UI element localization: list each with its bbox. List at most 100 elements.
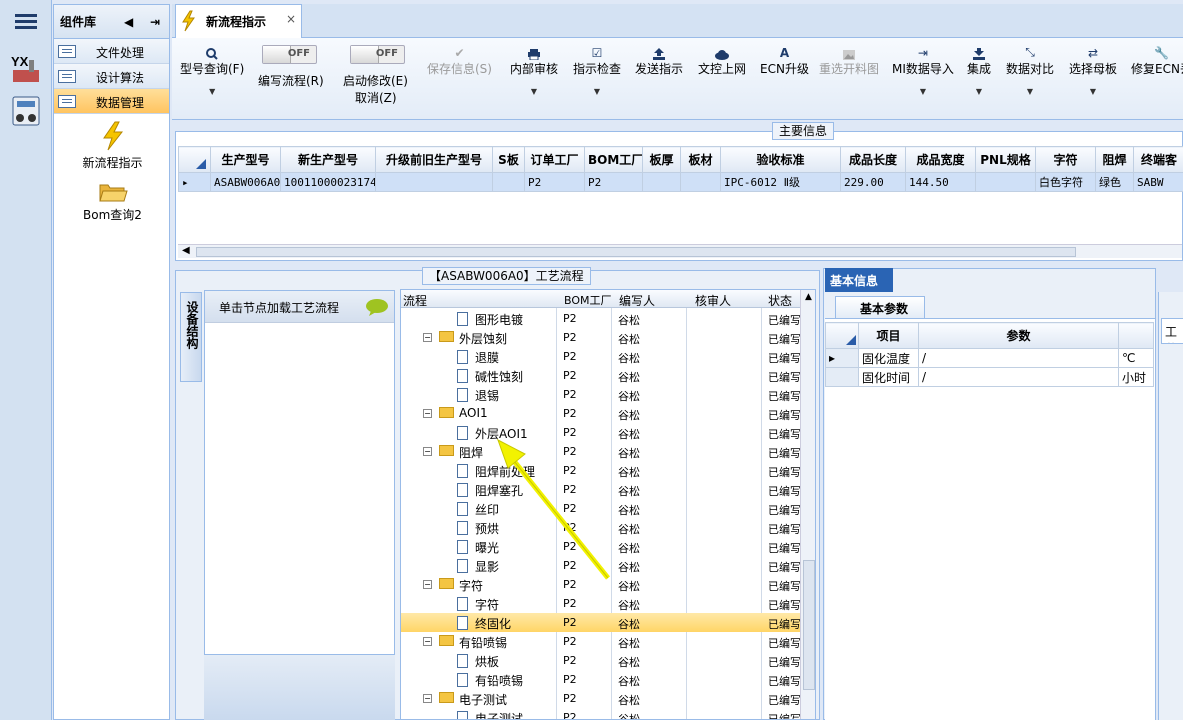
table-cell[interactable]: 229.00: [840, 172, 906, 192]
column-header[interactable]: 验收标准: [720, 146, 841, 173]
collapse-icon[interactable]: −: [423, 333, 432, 342]
column-header[interactable]: 成品宽度: [905, 146, 976, 173]
tree-row[interactable]: − 电子测试 P2 谷松 已编写: [401, 689, 811, 708]
model-query-button[interactable]: 型号查询(F) ▼: [180, 42, 244, 96]
column-header[interactable]: 阻焊: [1095, 146, 1134, 173]
right-edge-label[interactable]: 工艺: [1161, 318, 1183, 344]
tree-row[interactable]: 碱性蚀刻 P2 谷松 已编写: [401, 366, 811, 385]
column-header[interactable]: 升级前旧生产型号: [375, 146, 493, 173]
vertical-scrollbar[interactable]: ▲: [800, 290, 815, 719]
column-header[interactable]: 新生产型号: [280, 146, 376, 173]
collapse-left-icon[interactable]: ◀: [124, 15, 133, 29]
tab-new-process[interactable]: 新流程指示 ×: [175, 4, 302, 38]
column-header[interactable]: 流程: [403, 292, 427, 309]
tab-basic-params[interactable]: 基本参数: [835, 296, 925, 318]
collapse-icon[interactable]: −: [423, 637, 432, 646]
table-cell[interactable]: IPC-6012 Ⅱ级: [720, 172, 841, 192]
table-cell[interactable]: SABW: [1133, 172, 1183, 192]
table-cell[interactable]: 固化温度: [858, 348, 919, 368]
table-cell[interactable]: 绿色: [1095, 172, 1134, 192]
table-cell[interactable]: /: [918, 348, 1119, 368]
dropdown-arrow-icon[interactable]: ▼: [1006, 87, 1054, 96]
scroll-up-icon[interactable]: ▲: [805, 292, 812, 302]
scrollbar-thumb[interactable]: [196, 247, 1076, 257]
column-header[interactable]: [1118, 322, 1154, 349]
horizontal-scrollbar[interactable]: ◀: [178, 244, 1182, 258]
pin-icon[interactable]: ⇥: [150, 15, 160, 29]
library-item-algorithm[interactable]: 设计算法: [54, 64, 169, 89]
library-item-data[interactable]: 数据管理: [54, 89, 169, 114]
tree-row[interactable]: 有铅喷锡 P2 谷松 已编写: [401, 670, 811, 689]
doc-control-button[interactable]: 文控上网: [698, 42, 746, 77]
collapse-icon[interactable]: −: [423, 694, 432, 703]
internal-review-button[interactable]: 内部审核 ▼: [510, 42, 558, 96]
column-header[interactable]: BOM工厂: [564, 292, 612, 308]
tree-row[interactable]: 图形电镀 P2 谷松 已编写: [401, 309, 811, 328]
fix-ecn-button[interactable]: 🔧 修复ECN丢: [1131, 42, 1183, 77]
column-header[interactable]: S板: [492, 146, 525, 173]
column-header[interactable]: PNL规格: [975, 146, 1036, 173]
collapse-icon[interactable]: −: [423, 447, 432, 456]
tree-row[interactable]: 字符 P2 谷松 已编写: [401, 594, 811, 613]
table-cell[interactable]: 小时: [1118, 367, 1154, 387]
scroll-left-icon[interactable]: ◀: [182, 245, 190, 256]
dropdown-arrow-icon[interactable]: ▼: [573, 87, 621, 96]
save-info-button[interactable]: ✔ 保存信息(S): [427, 42, 492, 77]
collapse-icon[interactable]: −: [423, 409, 432, 418]
column-header[interactable]: 状态: [768, 292, 792, 309]
instruction-check-button[interactable]: ☑ 指示检查 ▼: [573, 42, 621, 96]
column-header[interactable]: 订单工厂: [524, 146, 585, 173]
select-master-button[interactable]: ⇄ 选择母板 ▼: [1069, 42, 1117, 96]
column-header[interactable]: 板材: [680, 146, 721, 173]
table-cell[interactable]: ASABW006A0: [210, 172, 281, 192]
table-cell[interactable]: [642, 172, 681, 192]
reselect-cut-button[interactable]: 重选开料图: [819, 42, 879, 77]
tree-row[interactable]: 退锡 P2 谷松 已编写: [401, 385, 811, 404]
ecn-upgrade-button[interactable]: A ECN升级: [760, 42, 809, 77]
dropdown-arrow-icon[interactable]: ▼: [892, 87, 954, 96]
table-cell[interactable]: /: [918, 367, 1119, 387]
tab-basic-info[interactable]: 基本信息: [825, 268, 893, 292]
corner-cell[interactable]: [825, 322, 859, 349]
calculator-icon[interactable]: [6, 92, 46, 130]
integrate-button[interactable]: 集成 ▼: [967, 42, 991, 96]
column-header[interactable]: 项目: [858, 322, 919, 349]
dropdown-arrow-icon[interactable]: ▼: [967, 87, 991, 96]
mi-import-button[interactable]: ⇥ MI数据导入 ▼: [892, 42, 954, 96]
close-icon[interactable]: ×: [286, 12, 296, 26]
dropdown-arrow-icon[interactable]: ▼: [510, 87, 558, 96]
table-row[interactable]: ▸ 固化温度 / ℃: [825, 348, 1154, 368]
column-header[interactable]: 板厚: [642, 146, 681, 173]
dropdown-arrow-icon[interactable]: ▼: [1069, 87, 1117, 96]
collapse-icon[interactable]: −: [423, 580, 432, 589]
column-header[interactable]: 成品长度: [840, 146, 906, 173]
corner-cell[interactable]: [178, 146, 211, 173]
menu-icon[interactable]: [0, 0, 52, 42]
tree-row[interactable]: − 有铅喷锡 P2 谷松 已编写: [401, 632, 811, 651]
table-row[interactable]: ▸ ASABW006A0 10011000023174 P2 P2 IPC-60…: [178, 172, 1183, 192]
tree-row[interactable]: 烘板 P2 谷松 已编写: [401, 651, 811, 670]
tree-row[interactable]: − AOI1 P2 谷松 已编写: [401, 404, 811, 423]
side-tab-equipment[interactable]: 设备结构: [180, 292, 202, 382]
table-cell[interactable]: [975, 172, 1036, 192]
table-cell[interactable]: 白色字符: [1035, 172, 1096, 192]
table-cell[interactable]: [680, 172, 721, 192]
tree-row[interactable]: 终固化 P2 谷松 已编写: [401, 613, 811, 632]
column-header[interactable]: 核审人: [695, 292, 731, 309]
column-header[interactable]: 生产型号: [210, 146, 281, 173]
table-cell[interactable]: 10011000023174: [280, 172, 376, 192]
table-cell[interactable]: 固化时间: [858, 367, 919, 387]
send-instruction-button[interactable]: 发送指示: [635, 42, 683, 77]
table-row[interactable]: 固化时间 / 小时: [825, 367, 1154, 387]
write-process-toggle[interactable]: OFF: [262, 45, 317, 64]
tree-row[interactable]: − 外层蚀刻 P2 谷松 已编写: [401, 328, 811, 347]
tree-row[interactable]: 退膜 P2 谷松 已编写: [401, 347, 811, 366]
scrollbar-thumb[interactable]: [803, 560, 815, 690]
tree-row[interactable]: 电子测试 P2 谷松 已编写: [401, 708, 811, 719]
table-cell[interactable]: [492, 172, 525, 192]
tool-new-process[interactable]: 新流程指示: [54, 121, 171, 171]
column-header[interactable]: 终端客: [1133, 146, 1183, 173]
start-edit-toggle[interactable]: OFF: [350, 45, 405, 64]
column-header[interactable]: 字符: [1035, 146, 1096, 173]
table-cell[interactable]: ℃: [1118, 348, 1154, 368]
